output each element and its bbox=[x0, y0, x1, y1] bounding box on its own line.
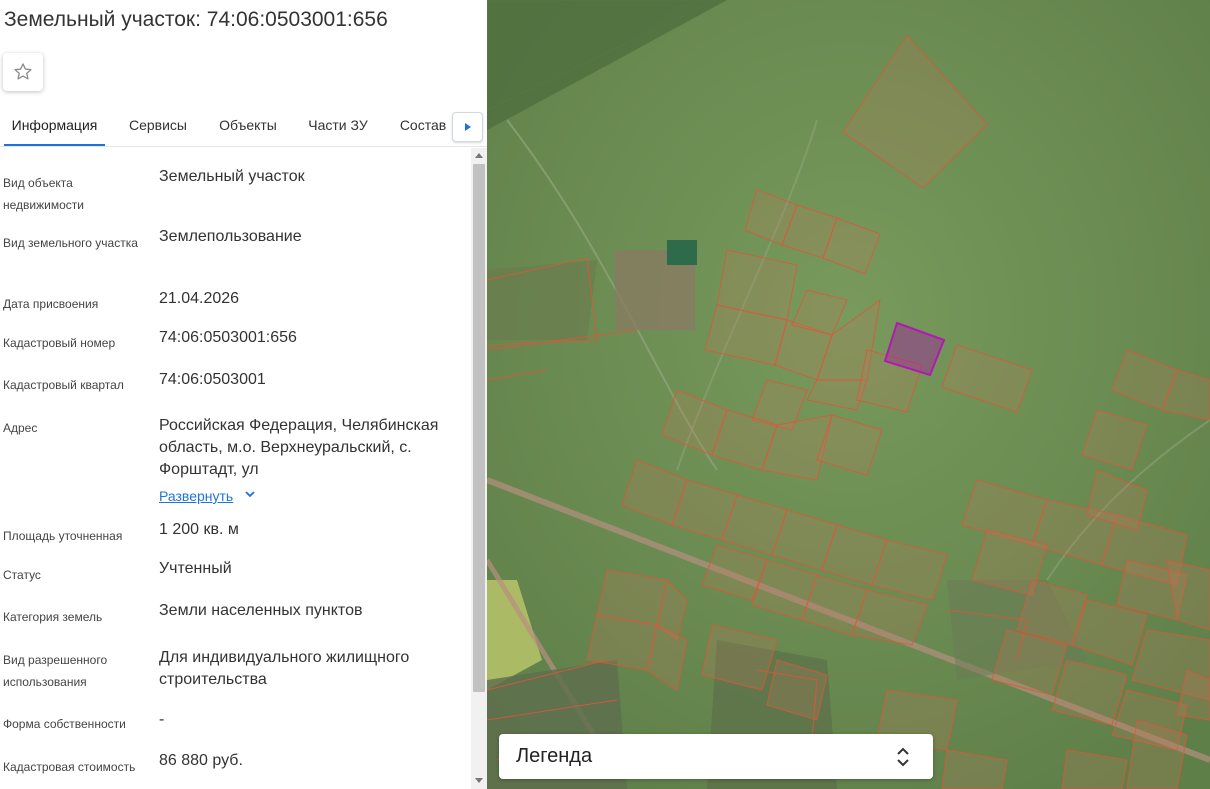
info-label: Площадь уточненная bbox=[3, 529, 123, 543]
info-label: Кадастровая стоимость bbox=[3, 760, 136, 774]
star-outline-icon bbox=[14, 63, 32, 80]
caret-right-icon bbox=[464, 123, 471, 131]
info-label: Дата присвоения bbox=[3, 297, 99, 311]
legend-title: Легенда bbox=[516, 745, 593, 767]
info-list: Вид объекта недвижимости Земельный участ… bbox=[0, 148, 470, 789]
info-value: Землепользование bbox=[159, 228, 302, 245]
info-value: 74:06:0503001:656 bbox=[159, 329, 297, 346]
info-label: Форма собственности bbox=[3, 717, 126, 731]
favorite-button[interactable] bbox=[3, 53, 43, 91]
satellite-imagery bbox=[487, 0, 1210, 789]
chevron-down-icon[interactable] bbox=[244, 488, 256, 503]
info-value: 86 880 руб. bbox=[159, 752, 243, 769]
tab-objects[interactable]: Объекты bbox=[212, 108, 284, 146]
map-view[interactable] bbox=[487, 0, 1210, 789]
info-value: Для индивидуального жилищного строительс… bbox=[159, 649, 410, 688]
scroll-up-arrow-icon[interactable] bbox=[475, 153, 483, 158]
info-label: Вид разрешенного использования bbox=[3, 653, 108, 689]
info-label: Статус bbox=[3, 568, 41, 582]
info-value: 74:06:0503001 bbox=[159, 371, 266, 388]
scroll-down-arrow-icon[interactable] bbox=[475, 778, 483, 783]
info-value: - bbox=[159, 711, 165, 728]
legend-panel[interactable]: Легенда bbox=[499, 734, 933, 779]
expand-address-link[interactable]: Развернуть bbox=[159, 488, 233, 504]
info-label: Вид земельного участка bbox=[3, 236, 138, 250]
page-title: Земельный участок: 74:06:0503001:656 bbox=[4, 8, 388, 31]
info-value: 21.04.2026 bbox=[159, 290, 240, 307]
scrollbar-thumb[interactable] bbox=[473, 164, 485, 692]
info-label: Адрес bbox=[3, 421, 38, 435]
unfold-icon[interactable] bbox=[895, 745, 911, 769]
info-value: 1 200 кв. м bbox=[159, 521, 239, 538]
tab-services[interactable]: Сервисы bbox=[122, 108, 194, 146]
tab-bar: Информация Сервисы Объекты Части ЗУ Сост… bbox=[0, 108, 487, 147]
info-label: Категория земель bbox=[3, 610, 103, 624]
info-label: Кадастровый номер bbox=[3, 336, 116, 350]
info-value: Земельный участок bbox=[159, 168, 305, 185]
tab-information[interactable]: Информация bbox=[4, 108, 105, 146]
info-scrollbar[interactable] bbox=[471, 148, 487, 789]
info-label: Кадастровый квартал bbox=[3, 378, 124, 392]
tab-composition[interactable]: Состав bbox=[392, 108, 454, 146]
tab-parts[interactable]: Части ЗУ bbox=[302, 108, 374, 146]
info-value: Российская Федерация, Челябинская област… bbox=[159, 417, 439, 478]
tabs-next-button[interactable] bbox=[452, 112, 483, 142]
info-value: Учтенный bbox=[159, 560, 232, 577]
info-value: Земли населенных пунктов bbox=[159, 602, 363, 619]
info-label: Вид объекта недвижимости bbox=[3, 176, 84, 212]
info-panel: Земельный участок: 74:06:0503001:656 Инф… bbox=[0, 0, 487, 789]
